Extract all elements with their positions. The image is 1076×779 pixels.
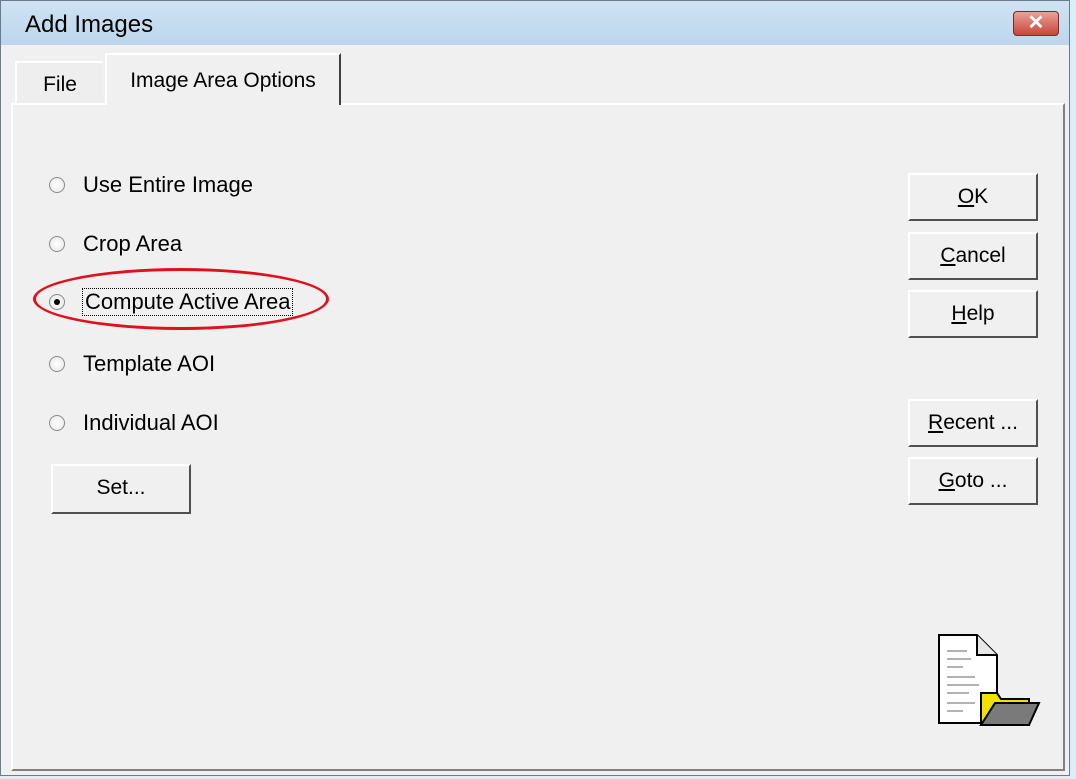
cancel-button[interactable]: Cancel	[908, 232, 1038, 280]
recent-mnemonic: R	[928, 411, 944, 434]
cancel-mnemonic: C	[940, 244, 956, 267]
document-folder-icon	[938, 634, 1041, 726]
radio-label: Crop Area	[83, 231, 183, 256]
radio-label: Use Entire Image	[83, 172, 253, 197]
highlight-annotation	[33, 268, 329, 330]
tab-image-area-options[interactable]: Image Area Options	[105, 53, 341, 105]
title-bar: Add Images ✕	[1, 1, 1069, 45]
radio-crop-area[interactable]: Crop Area	[49, 228, 182, 260]
goto-label-rest: oto ...	[954, 469, 1008, 492]
radio-template-aoi[interactable]: Template AOI	[49, 348, 215, 380]
radio-label: Template AOI	[83, 351, 216, 376]
recent-label-rest: ecent ...	[943, 411, 1018, 434]
radio-button[interactable]	[49, 177, 65, 193]
goto-mnemonic: G	[938, 469, 955, 492]
radio-label: Individual AOI	[83, 410, 219, 435]
recent-button[interactable]: Recent ...	[908, 399, 1038, 447]
close-button[interactable]: ✕	[1013, 11, 1059, 36]
radio-use-entire-image[interactable]: Use Entire Image	[49, 169, 253, 201]
help-label-rest: elp	[966, 302, 995, 325]
help-mnemonic: H	[951, 302, 967, 325]
radio-button[interactable]	[49, 415, 65, 431]
ok-mnemonic: O	[957, 185, 975, 208]
radio-button[interactable]	[49, 356, 65, 372]
goto-button[interactable]: Goto ...	[908, 457, 1038, 505]
ok-label-rest: K	[974, 185, 989, 208]
cancel-label-rest: ancel	[955, 244, 1006, 267]
set-button[interactable]: Set...	[51, 464, 191, 514]
ok-button[interactable]: OK	[908, 173, 1038, 221]
radio-individual-aoi[interactable]: Individual AOI	[49, 407, 219, 439]
help-button[interactable]: Help	[908, 290, 1038, 338]
radio-button[interactable]	[49, 236, 65, 252]
tab-file[interactable]: File	[15, 61, 103, 105]
window-title: Add Images	[25, 11, 154, 38]
add-images-dialog: Add Images ✕ File Image Area Options Use…	[0, 0, 1070, 776]
close-icon: ✕	[1027, 12, 1045, 34]
